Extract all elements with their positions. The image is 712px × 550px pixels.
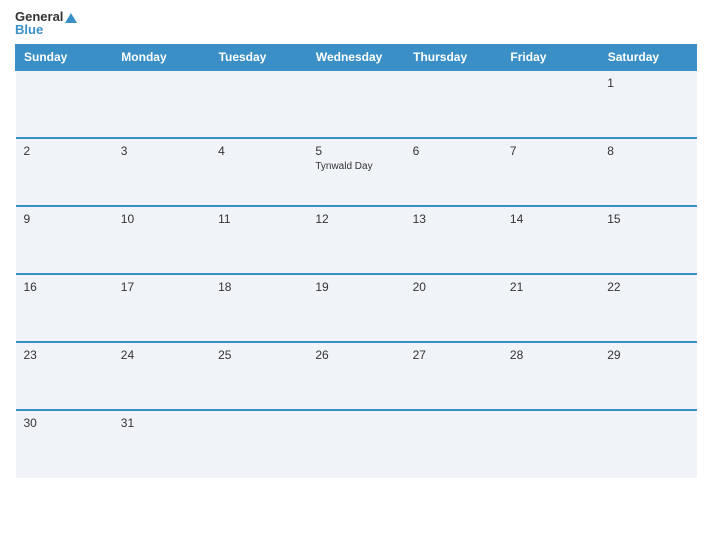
weekday-header: Friday — [502, 45, 599, 71]
day-number: 16 — [24, 280, 105, 294]
calendar-cell: 5 Tynwald Day — [307, 138, 404, 206]
day-number: 29 — [607, 348, 688, 362]
calendar-cell: 6 — [405, 138, 502, 206]
calendar-cell — [405, 410, 502, 478]
calendar-cell: 11 — [210, 206, 307, 274]
weekday-row: SundayMondayTuesdayWednesdayThursdayFrid… — [16, 45, 697, 71]
calendar-cell — [307, 410, 404, 478]
day-number: 30 — [24, 416, 105, 430]
calendar-cell: 18 — [210, 274, 307, 342]
calendar-cell — [405, 70, 502, 138]
calendar-cell: 14 — [502, 206, 599, 274]
calendar-cell: 19 — [307, 274, 404, 342]
day-number: 27 — [413, 348, 494, 362]
calendar-cell: 24 — [113, 342, 210, 410]
calendar-container: General Blue SundayMondayTuesdayWednesda… — [0, 0, 712, 550]
calendar-header-row: SundayMondayTuesdayWednesdayThursdayFrid… — [16, 45, 697, 71]
day-number: 8 — [607, 144, 688, 158]
calendar-cell: 28 — [502, 342, 599, 410]
calendar-cell: 2 — [16, 138, 113, 206]
calendar-cell: 16 — [16, 274, 113, 342]
day-number: 15 — [607, 212, 688, 226]
calendar-week-row: 30 31 — [16, 410, 697, 478]
calendar-week-row: 1 — [16, 70, 697, 138]
calendar-cell: 13 — [405, 206, 502, 274]
day-number: 5 — [315, 144, 396, 158]
weekday-header: Tuesday — [210, 45, 307, 71]
calendar-cell: 25 — [210, 342, 307, 410]
day-number: 6 — [413, 144, 494, 158]
calendar-cell — [502, 410, 599, 478]
calendar-cell: 29 — [599, 342, 696, 410]
event-label: Tynwald Day — [315, 161, 396, 172]
calendar-cell — [16, 70, 113, 138]
calendar-header: General Blue — [15, 10, 697, 36]
calendar-cell: 27 — [405, 342, 502, 410]
calendar-week-row: 16 17 18 19 20 21 22 — [16, 274, 697, 342]
calendar-cell: 10 — [113, 206, 210, 274]
calendar-cell: 21 — [502, 274, 599, 342]
day-number: 28 — [510, 348, 591, 362]
day-number: 23 — [24, 348, 105, 362]
calendar-cell: 12 — [307, 206, 404, 274]
logo: General Blue — [15, 10, 77, 36]
weekday-header: Thursday — [405, 45, 502, 71]
calendar-week-row: 23 24 25 26 27 28 29 — [16, 342, 697, 410]
weekday-header: Monday — [113, 45, 210, 71]
day-number: 24 — [121, 348, 202, 362]
calendar-cell — [113, 70, 210, 138]
calendar-week-row: 9 10 11 12 13 14 15 — [16, 206, 697, 274]
day-number: 14 — [510, 212, 591, 226]
calendar-cell: 9 — [16, 206, 113, 274]
calendar-grid: SundayMondayTuesdayWednesdayThursdayFrid… — [15, 44, 697, 478]
calendar-cell: 26 — [307, 342, 404, 410]
calendar-cell: 1 — [599, 70, 696, 138]
day-number: 26 — [315, 348, 396, 362]
calendar-cell: 8 — [599, 138, 696, 206]
weekday-header: Sunday — [16, 45, 113, 71]
calendar-cell — [210, 410, 307, 478]
weekday-header: Saturday — [599, 45, 696, 71]
logo-triangle-icon — [65, 13, 77, 23]
logo-blue-text: Blue — [15, 23, 43, 36]
day-number: 1 — [607, 76, 688, 90]
day-number: 12 — [315, 212, 396, 226]
day-number: 19 — [315, 280, 396, 294]
calendar-body: 12345Tynwald Day678910111213141516171819… — [16, 70, 697, 478]
day-number: 9 — [24, 212, 105, 226]
calendar-cell: 15 — [599, 206, 696, 274]
day-number: 10 — [121, 212, 202, 226]
day-number: 3 — [121, 144, 202, 158]
calendar-cell — [599, 410, 696, 478]
day-number: 13 — [413, 212, 494, 226]
day-number: 18 — [218, 280, 299, 294]
calendar-cell — [307, 70, 404, 138]
day-number: 11 — [218, 212, 299, 226]
calendar-cell: 20 — [405, 274, 502, 342]
weekday-header: Wednesday — [307, 45, 404, 71]
calendar-cell: 4 — [210, 138, 307, 206]
day-number: 22 — [607, 280, 688, 294]
calendar-cell — [210, 70, 307, 138]
calendar-cell: 23 — [16, 342, 113, 410]
calendar-cell: 3 — [113, 138, 210, 206]
day-number: 20 — [413, 280, 494, 294]
calendar-cell: 30 — [16, 410, 113, 478]
calendar-cell: 31 — [113, 410, 210, 478]
day-number: 17 — [121, 280, 202, 294]
day-number: 4 — [218, 144, 299, 158]
day-number: 7 — [510, 144, 591, 158]
day-number: 21 — [510, 280, 591, 294]
calendar-cell: 22 — [599, 274, 696, 342]
day-number: 25 — [218, 348, 299, 362]
calendar-week-row: 2 3 4 5 Tynwald Day 6 7 8 — [16, 138, 697, 206]
calendar-cell: 7 — [502, 138, 599, 206]
calendar-cell: 17 — [113, 274, 210, 342]
calendar-cell — [502, 70, 599, 138]
day-number: 31 — [121, 416, 202, 430]
day-number: 2 — [24, 144, 105, 158]
